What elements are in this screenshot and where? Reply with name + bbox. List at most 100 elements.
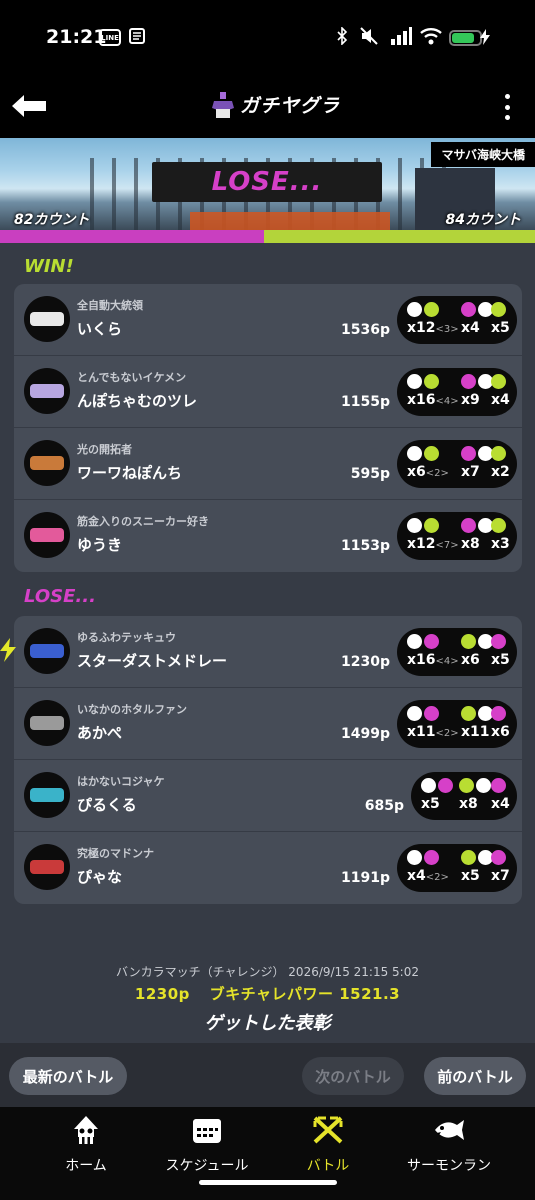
battle-icon [313,1116,343,1144]
bluetooth-icon [336,26,348,50]
latest-battle-button[interactable]: 最新のバトル [9,1057,127,1095]
special-weapon-icon [491,446,506,464]
win-team-card: 全自動大統領 いくら 1536p x12<3> x4 x5 とんでもないイケメン んぽちゃむの… [14,284,522,572]
result-box: LOSE... [152,162,382,202]
home-indicator[interactable] [199,1180,337,1185]
player-points: 1499p [341,726,390,742]
win-team-heading: WIN! [24,256,74,277]
player-name: ぴゃな [77,868,123,886]
stat-value: x12 [407,320,436,336]
squid-icon [74,1116,98,1144]
death-icon [461,634,493,652]
player-name: いくら [77,320,123,338]
assist-count: <4> [435,656,459,667]
score-bar [0,230,535,243]
our-score-fill [0,230,265,243]
player-points: 1155p [341,394,390,410]
player-byname: はかないコジャケ [77,775,165,788]
stat-value: x16 [407,652,436,668]
player-points: 1230p [341,654,390,670]
stat-value: x7 [491,868,510,884]
player-row[interactable]: 究極のマドンナ ぴゃな 1191p x4<2> x5 x7 [14,832,522,904]
player-row[interactable]: 光の開拓者 ワーワねぽんち 595p x6<2> x7 x2 [14,428,522,500]
kill-icon [407,634,439,652]
battery-icon [449,30,482,46]
stat-value: x3 [491,536,510,552]
player-byname: 筋金入りのスニーカー好き [77,515,209,528]
stat-value: x7 [461,464,480,480]
player-row[interactable]: いなかのホタルファン あかぺ 1499p x11<2> x11 x6 [14,688,522,760]
player-stats: x4<2> x5 x7 [397,844,517,892]
stat-value: x5 [461,868,480,884]
special-weapon-icon [491,302,506,320]
player-byname: とんでもないイケメン [77,371,187,384]
stat-value: x8 [461,536,480,552]
tab-home[interactable]: ホーム [26,1115,146,1175]
status-time: 21:21 [46,26,107,48]
death-icon [461,374,493,392]
player-byname: ゆるふわテッキュウ [77,631,176,644]
stat-value: x16 [407,392,436,408]
weapon-icon [24,628,70,674]
player-row[interactable]: 筋金入りのスニーカー好き ゆうき 1153p x12<7> x8 x3 [14,500,522,572]
player-points: 1191p [341,870,390,886]
wifi-icon [420,27,442,50]
mute-icon [359,27,379,50]
special-weapon-icon [491,706,506,724]
player-stats: x12<3> x4 x5 [397,296,517,344]
back-arrow-icon[interactable] [12,95,46,117]
stat-value: x9 [461,392,480,408]
enemy-score-fill [264,230,535,243]
summary-points: 1230p [134,985,190,1003]
kill-icon [407,518,439,536]
player-name: あかぺ [77,724,123,742]
line-notification-icon: LINE [99,29,121,46]
player-row[interactable]: はかないコジャケ ぴるくる 685p x5 x8 x4 [14,760,522,832]
kill-icon [407,706,439,724]
special-weapon-icon [491,634,506,652]
player-name: ぴるくる [77,796,137,814]
death-icon [459,778,491,796]
stat-value: x2 [491,464,510,480]
player-byname: 究極のマドンナ [77,847,154,860]
battle-detail: WIN! 全自動大統領 いくら 1536p x12<3> x4 x5 とんでもないイケメンん… [0,243,535,1043]
death-icon [461,706,493,724]
player-byname: 全自動大統領 [77,299,143,312]
player-row[interactable]: 全自動大統領 いくら 1536p x12<3> x4 x5 [14,284,522,356]
player-stats: x16<4> x9 x4 [397,368,517,416]
player-points: 1153p [341,538,390,554]
player-row[interactable]: ゆるふわテッキュウ スターダストメドレー 1230p x16<4> x6 x5 [14,616,522,688]
next-battle-button[interactable]: 次のバトル [302,1057,404,1095]
assist-count: <4> [435,396,459,407]
tab-battle[interactable]: バトル [268,1115,388,1175]
calendar-icon [193,1119,221,1143]
tab-schedule[interactable]: スケジュール [147,1115,267,1175]
tab-salmon-run[interactable]: サーモンラン [389,1115,509,1175]
more-options-icon[interactable] [500,94,514,120]
charging-icon [480,29,490,49]
lose-team-heading: LOSE... [24,586,96,607]
cellular-signal-icon [390,27,412,50]
player-row[interactable]: とんでもないイケメンんぽちゃむのツレ 1155p x16<4> x9 x4 [14,356,522,428]
tower-control-icon [212,91,234,118]
player-points: 685p [364,798,404,814]
death-icon [461,446,493,464]
kill-icon [421,778,453,796]
stat-value: x8 [459,796,478,812]
weapon-icon [24,844,70,890]
battery-level [452,33,474,43]
app-header: ガチヤグラ [0,78,535,138]
stat-value: x4 [407,868,426,884]
battle-result: LOSE... [211,167,323,197]
status-bar: 21:21 LINE [0,0,535,78]
assist-count: <2> [425,468,449,479]
player-name: ワーワねぽんち [77,464,183,482]
assist-count: <2> [435,728,459,739]
stage-banner: LOSE... マサバ海峡大橋 82カウント 84カウント [0,138,535,230]
player-stats: x11<2> x11 x6 [397,700,517,748]
player-name: んぽちゃむのツレ [77,392,198,410]
stat-value: x11 [461,724,490,740]
battle-meta: バンカラマッチ（チャレンジ） 2026/9/15 21:15 5:02 [116,965,419,979]
kill-icon [407,446,439,464]
prev-battle-button[interactable]: 前のバトル [424,1057,526,1095]
